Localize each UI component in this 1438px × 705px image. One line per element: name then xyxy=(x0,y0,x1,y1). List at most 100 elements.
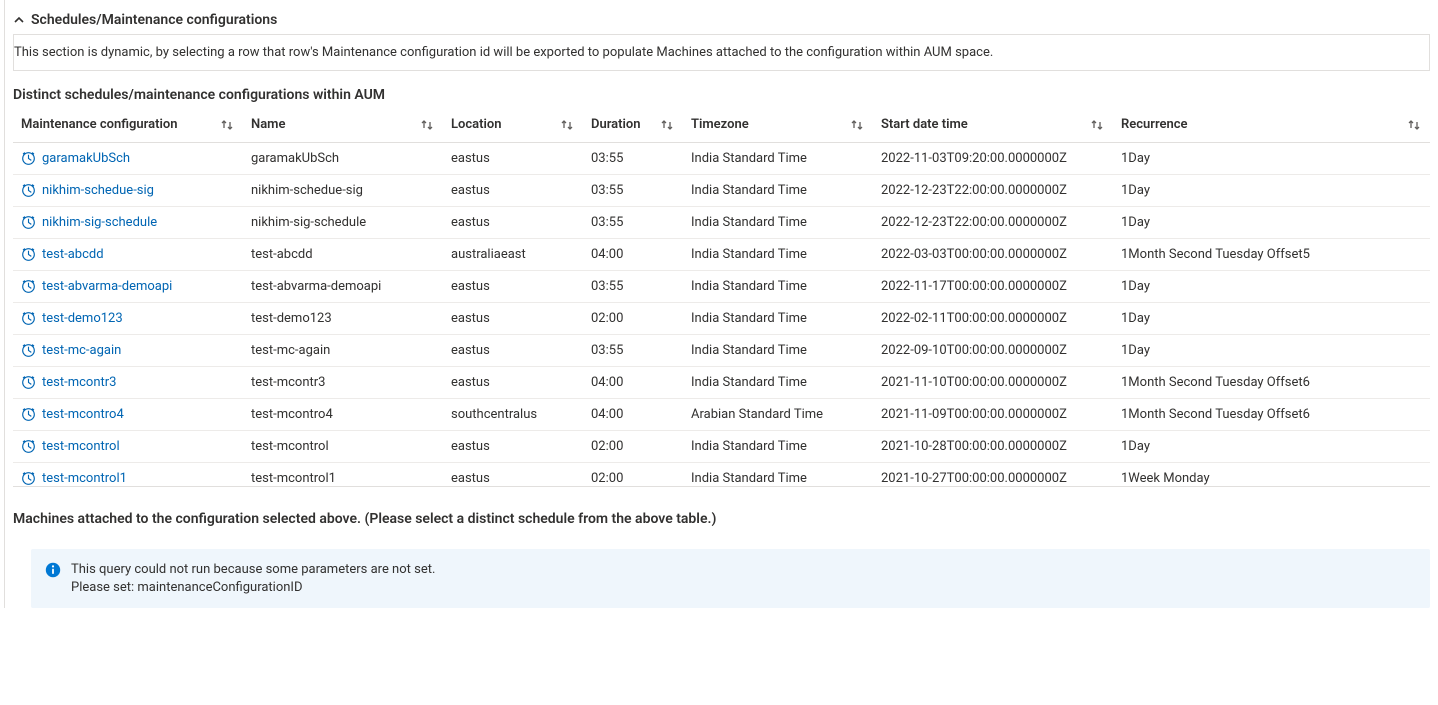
cell-start: 2022-03-03T00:00:00.0000000Z xyxy=(873,239,1113,271)
cell-recurrence: 1Day xyxy=(1113,143,1430,175)
column-header[interactable]: Duration xyxy=(583,107,683,143)
table-row[interactable]: test-abvarma-demoapi test-abvarma-demoapi… xyxy=(13,271,1430,303)
cell-name: test-mcontrol1 xyxy=(243,463,443,488)
cell-timezone: India Standard Time xyxy=(683,271,873,303)
cell-start: 2021-11-10T00:00:00.0000000Z xyxy=(873,367,1113,399)
cell-start: 2022-12-23T22:00:00.0000000Z xyxy=(873,207,1113,239)
table-row[interactable]: test-abcddtest-abcddaustraliaeast04:00In… xyxy=(13,239,1430,271)
column-header[interactable]: Location xyxy=(443,107,583,143)
cell-name: test-abvarma-demoapi xyxy=(243,271,443,303)
sort-icon[interactable] xyxy=(219,118,235,132)
cell-duration: 04:00 xyxy=(583,399,683,431)
cell-duration: 03:55 xyxy=(583,207,683,239)
schedule-icon xyxy=(21,247,36,262)
cell-name: test-demo123 xyxy=(243,303,443,335)
cell-duration: 02:00 xyxy=(583,303,683,335)
column-header[interactable]: Name xyxy=(243,107,443,143)
info-box: This query could not run because some pa… xyxy=(31,549,1430,608)
cell-location: eastus xyxy=(443,463,583,488)
maintenance-config-link[interactable]: test-mcontro4 xyxy=(42,407,124,422)
column-header-label: Maintenance configuration xyxy=(21,117,177,132)
column-header[interactable]: Start date time xyxy=(873,107,1113,143)
cell-timezone: India Standard Time xyxy=(683,207,873,239)
sort-icon[interactable] xyxy=(849,118,865,132)
maintenance-config-link[interactable]: test-mc-again xyxy=(42,343,121,358)
table-row[interactable]: test-demo123test-demo123eastus02:00India… xyxy=(13,303,1430,335)
table-row[interactable]: garamakUbSchgaramakUbScheastus03:55India… xyxy=(13,143,1430,175)
cell-name: garamakUbSch xyxy=(243,143,443,175)
column-header[interactable]: Timezone xyxy=(683,107,873,143)
cell-timezone: India Standard Time xyxy=(683,431,873,463)
cell-location: eastus xyxy=(443,175,583,207)
maintenance-config-link[interactable]: nikhim-schedue-sig xyxy=(42,183,154,198)
column-header-label: Duration xyxy=(591,117,641,132)
table-row[interactable]: test-mcontroltest-mcontroleastus02:00Ind… xyxy=(13,431,1430,463)
schedule-icon xyxy=(21,375,36,390)
column-header[interactable]: Recurrence xyxy=(1113,107,1430,143)
schedule-icon xyxy=(21,311,36,326)
section-title: Schedules/Maintenance configurations xyxy=(31,12,277,28)
sort-icon[interactable] xyxy=(1406,118,1422,132)
maintenance-config-link[interactable]: nikhim-sig-schedule xyxy=(42,215,157,230)
cell-recurrence: 1Month Second Tuesday Offset5 xyxy=(1113,239,1430,271)
maintenance-config-link[interactable]: test-mcontrol xyxy=(42,439,120,454)
cell-start: 2021-10-27T00:00:00.0000000Z xyxy=(873,463,1113,488)
column-header[interactable]: Maintenance configuration xyxy=(13,107,243,143)
table-row[interactable]: nikhim-sig-schedulenikhim-sig-scheduleea… xyxy=(13,207,1430,239)
cell-location: eastus xyxy=(443,207,583,239)
sort-icon[interactable] xyxy=(559,118,575,132)
cell-name: test-mcontr3 xyxy=(243,367,443,399)
cell-location: eastus xyxy=(443,303,583,335)
column-header-label: Name xyxy=(251,117,285,132)
cell-duration: 03:55 xyxy=(583,271,683,303)
cell-recurrence: 1Day xyxy=(1113,207,1430,239)
cell-duration: 02:00 xyxy=(583,431,683,463)
sort-icon[interactable] xyxy=(1089,118,1105,132)
cell-recurrence: 1Month Second Tuesday Offset6 xyxy=(1113,367,1430,399)
info-icon xyxy=(45,562,61,578)
cell-timezone: India Standard Time xyxy=(683,303,873,335)
maintenance-config-link[interactable]: test-abcdd xyxy=(42,247,104,262)
cell-location: eastus xyxy=(443,431,583,463)
cell-recurrence: 1Day xyxy=(1113,175,1430,207)
cell-duration: 03:55 xyxy=(583,175,683,207)
table-row[interactable]: test-mcontr3test-mcontr3eastus04:00India… xyxy=(13,367,1430,399)
schedule-icon xyxy=(21,183,36,198)
table-row[interactable]: test-mcontrol1test-mcontrol1eastus02:00I… xyxy=(13,463,1430,488)
cell-start: 2022-09-10T00:00:00.0000000Z xyxy=(873,335,1113,367)
chevron-up-icon xyxy=(13,14,25,26)
schedules-table: Maintenance configuration Name Location Dur… xyxy=(13,107,1430,487)
maintenance-config-link[interactable]: garamakUbSch xyxy=(42,151,130,166)
cell-location: eastus xyxy=(443,367,583,399)
maintenance-config-link[interactable]: test-mcontr3 xyxy=(42,375,116,390)
schedule-icon xyxy=(21,471,36,486)
section-toggle[interactable]: Schedules/Maintenance configurations xyxy=(13,0,1430,34)
cell-name: test-mcontrol xyxy=(243,431,443,463)
schedule-icon xyxy=(21,407,36,422)
subheading-distinct-schedules: Distinct schedules/maintenance configura… xyxy=(13,71,1430,107)
cell-name: test-mcontro4 xyxy=(243,399,443,431)
column-header-label: Location xyxy=(451,117,502,132)
maintenance-config-link[interactable]: test-abvarma-demoapi xyxy=(42,279,172,294)
column-header-label: Timezone xyxy=(691,117,749,132)
cell-location: eastus xyxy=(443,271,583,303)
sort-icon[interactable] xyxy=(659,118,675,132)
cell-start: 2022-11-03T09:20:00.0000000Z xyxy=(873,143,1113,175)
schedule-icon xyxy=(21,343,36,358)
table-row[interactable]: test-mc-againtest-mc-againeastus03:55Ind… xyxy=(13,335,1430,367)
subheading-machines: Machines attached to the configuration s… xyxy=(13,487,1430,531)
cell-start: 2022-12-23T22:00:00.0000000Z xyxy=(873,175,1113,207)
cell-timezone: India Standard Time xyxy=(683,463,873,488)
table-row[interactable]: nikhim-schedue-signikhim-schedue-sigeast… xyxy=(13,175,1430,207)
cell-location: australiaeast xyxy=(443,239,583,271)
maintenance-config-link[interactable]: test-mcontrol1 xyxy=(42,471,127,486)
sort-icon[interactable] xyxy=(419,118,435,132)
table-row[interactable]: test-mcontro4test-mcontro4southcentralus… xyxy=(13,399,1430,431)
cell-timezone: Arabian Standard Time xyxy=(683,399,873,431)
cell-recurrence: 1Month Second Tuesday Offset6 xyxy=(1113,399,1430,431)
cell-start: 2021-11-09T00:00:00.0000000Z xyxy=(873,399,1113,431)
maintenance-config-link[interactable]: test-demo123 xyxy=(42,311,123,326)
schedule-icon xyxy=(21,215,36,230)
cell-recurrence: 1Day xyxy=(1113,303,1430,335)
cell-timezone: India Standard Time xyxy=(683,175,873,207)
